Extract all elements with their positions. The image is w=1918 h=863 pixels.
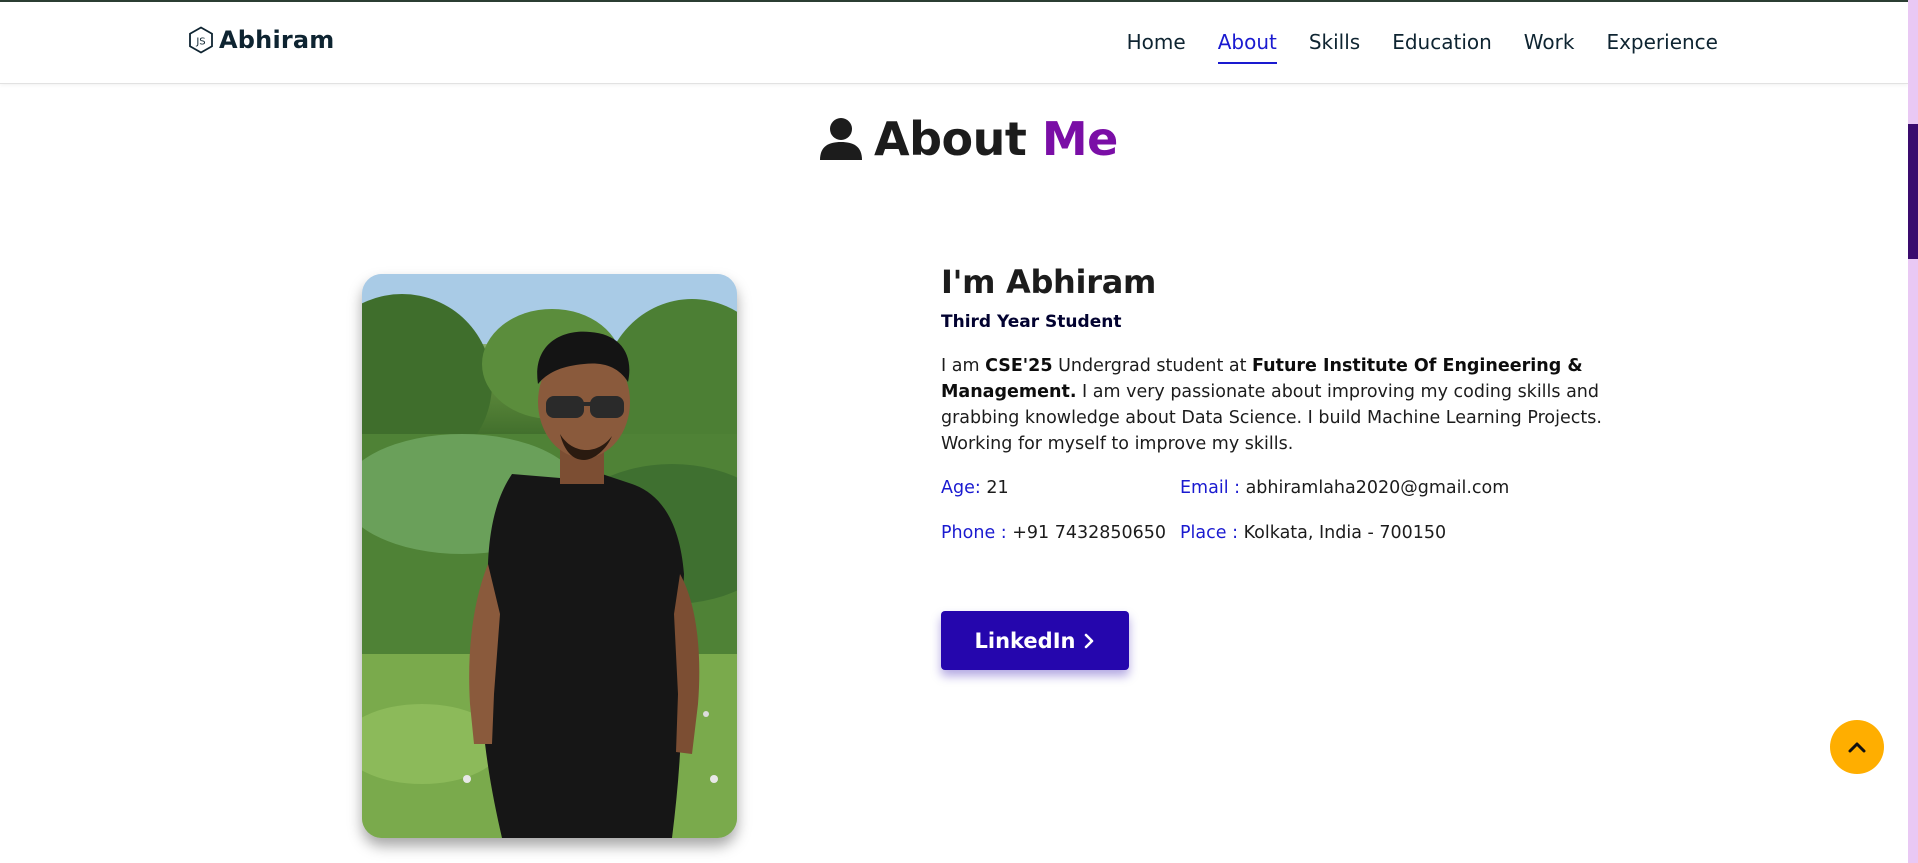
chevron-up-icon	[1848, 742, 1866, 753]
main-nav: Home About Skills Education Work Experie…	[1095, 30, 1718, 64]
profile-photo	[362, 274, 737, 838]
intro-role: Third Year Student	[941, 312, 1122, 332]
intro-description: I am CSE'25 Undergrad student at Future …	[941, 353, 1661, 457]
title-accent: Me	[1041, 112, 1118, 166]
nav-about[interactable]: About	[1217, 30, 1277, 64]
info-phone: Phone : +91 7432850650	[941, 523, 1166, 543]
desc-text-2: Undergrad student at	[1052, 356, 1253, 376]
scrollbar-thumb[interactable]	[1908, 124, 1918, 259]
phone-label: Phone :	[941, 523, 1007, 543]
profile-photo-illustration	[362, 274, 737, 838]
js-hexagon-icon: JS	[189, 26, 213, 54]
scroll-to-top-button[interactable]	[1830, 720, 1884, 774]
phone-value[interactable]: +91 7432850650	[1007, 523, 1166, 543]
site-header: JS Abhiram Home About Skills Education W…	[0, 2, 1908, 84]
nav-education[interactable]: Education	[1392, 30, 1492, 60]
nav-home[interactable]: Home	[1127, 30, 1186, 60]
intro-name: I'm Abhiram	[941, 263, 1157, 301]
nav-experience[interactable]: Experience	[1606, 30, 1718, 60]
chevron-right-icon	[1085, 633, 1094, 648]
logo-text: Abhiram	[219, 26, 335, 54]
title-main: About	[874, 112, 1027, 166]
age-value: 21	[980, 478, 1009, 498]
info-age: Age: 21	[941, 478, 1009, 498]
nav-work[interactable]: Work	[1524, 30, 1575, 60]
section-title: About Me	[874, 112, 1118, 166]
svg-text:JS: JS	[195, 37, 205, 48]
linkedin-button[interactable]: LinkedIn	[941, 611, 1129, 670]
email-value[interactable]: abhiramlaha2020@gmail.com	[1240, 478, 1510, 498]
user-icon	[820, 118, 862, 160]
place-label: Place :	[1180, 523, 1238, 543]
linkedin-button-label: LinkedIn	[974, 628, 1076, 653]
place-value: Kolkata, India - 700150	[1238, 523, 1447, 543]
desc-bold-batch: CSE'25	[985, 356, 1053, 376]
section-heading: About Me	[818, 112, 1118, 166]
site-logo[interactable]: JS Abhiram	[188, 26, 335, 54]
info-email: Email : abhiramlaha2020@gmail.com	[1180, 478, 1509, 498]
email-label: Email :	[1180, 478, 1241, 498]
desc-text-1: I am	[941, 356, 986, 376]
info-place: Place : Kolkata, India - 700150	[1180, 523, 1446, 543]
page-scrollbar[interactable]	[1908, 0, 1918, 863]
age-label: Age:	[941, 478, 981, 498]
nav-skills[interactable]: Skills	[1309, 30, 1360, 60]
